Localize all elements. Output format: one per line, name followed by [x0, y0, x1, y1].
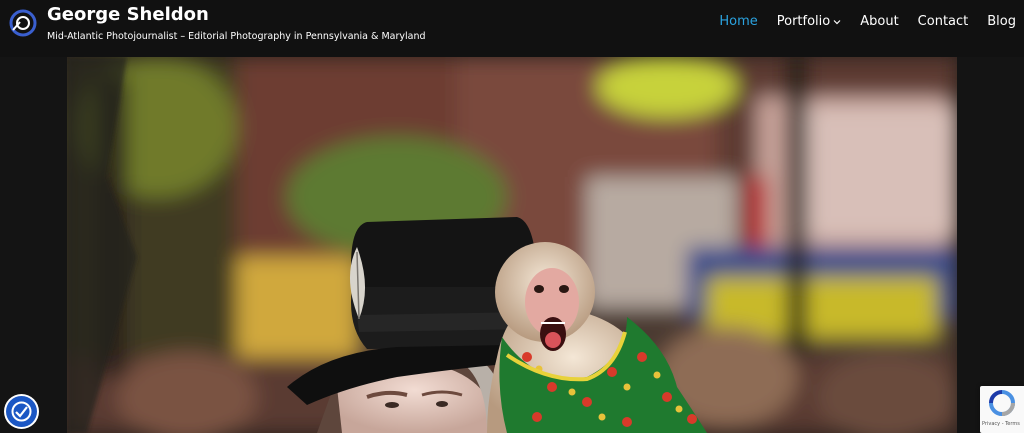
main-nav: Home Portfolio About Contact Blog: [700, 14, 1016, 30]
accessibility-icon: [11, 401, 32, 422]
nav-portfolio[interactable]: Portfolio: [777, 14, 841, 30]
hero-photo-art: [67, 57, 957, 433]
nav-contact[interactable]: Contact: [918, 14, 969, 30]
chevron-down-icon: [833, 20, 841, 25]
hero-photo: [67, 57, 957, 433]
nav-about[interactable]: About: [860, 14, 898, 30]
accessibility-button[interactable]: [6, 396, 37, 427]
nav-blog[interactable]: Blog: [987, 14, 1016, 30]
recaptcha-badge[interactable]: Privacy - Terms: [980, 386, 1024, 433]
nav-home[interactable]: Home: [719, 14, 757, 30]
logo-icon[interactable]: [8, 8, 38, 38]
recaptcha-icon: [989, 390, 1015, 416]
site-title[interactable]: George Sheldon: [47, 4, 209, 26]
recaptcha-links[interactable]: Privacy - Terms: [982, 421, 1020, 427]
site-header: George Sheldon Mid-Atlantic Photojournal…: [0, 0, 1024, 57]
site-tagline: Mid-Atlantic Photojournalist – Editorial…: [47, 31, 426, 42]
